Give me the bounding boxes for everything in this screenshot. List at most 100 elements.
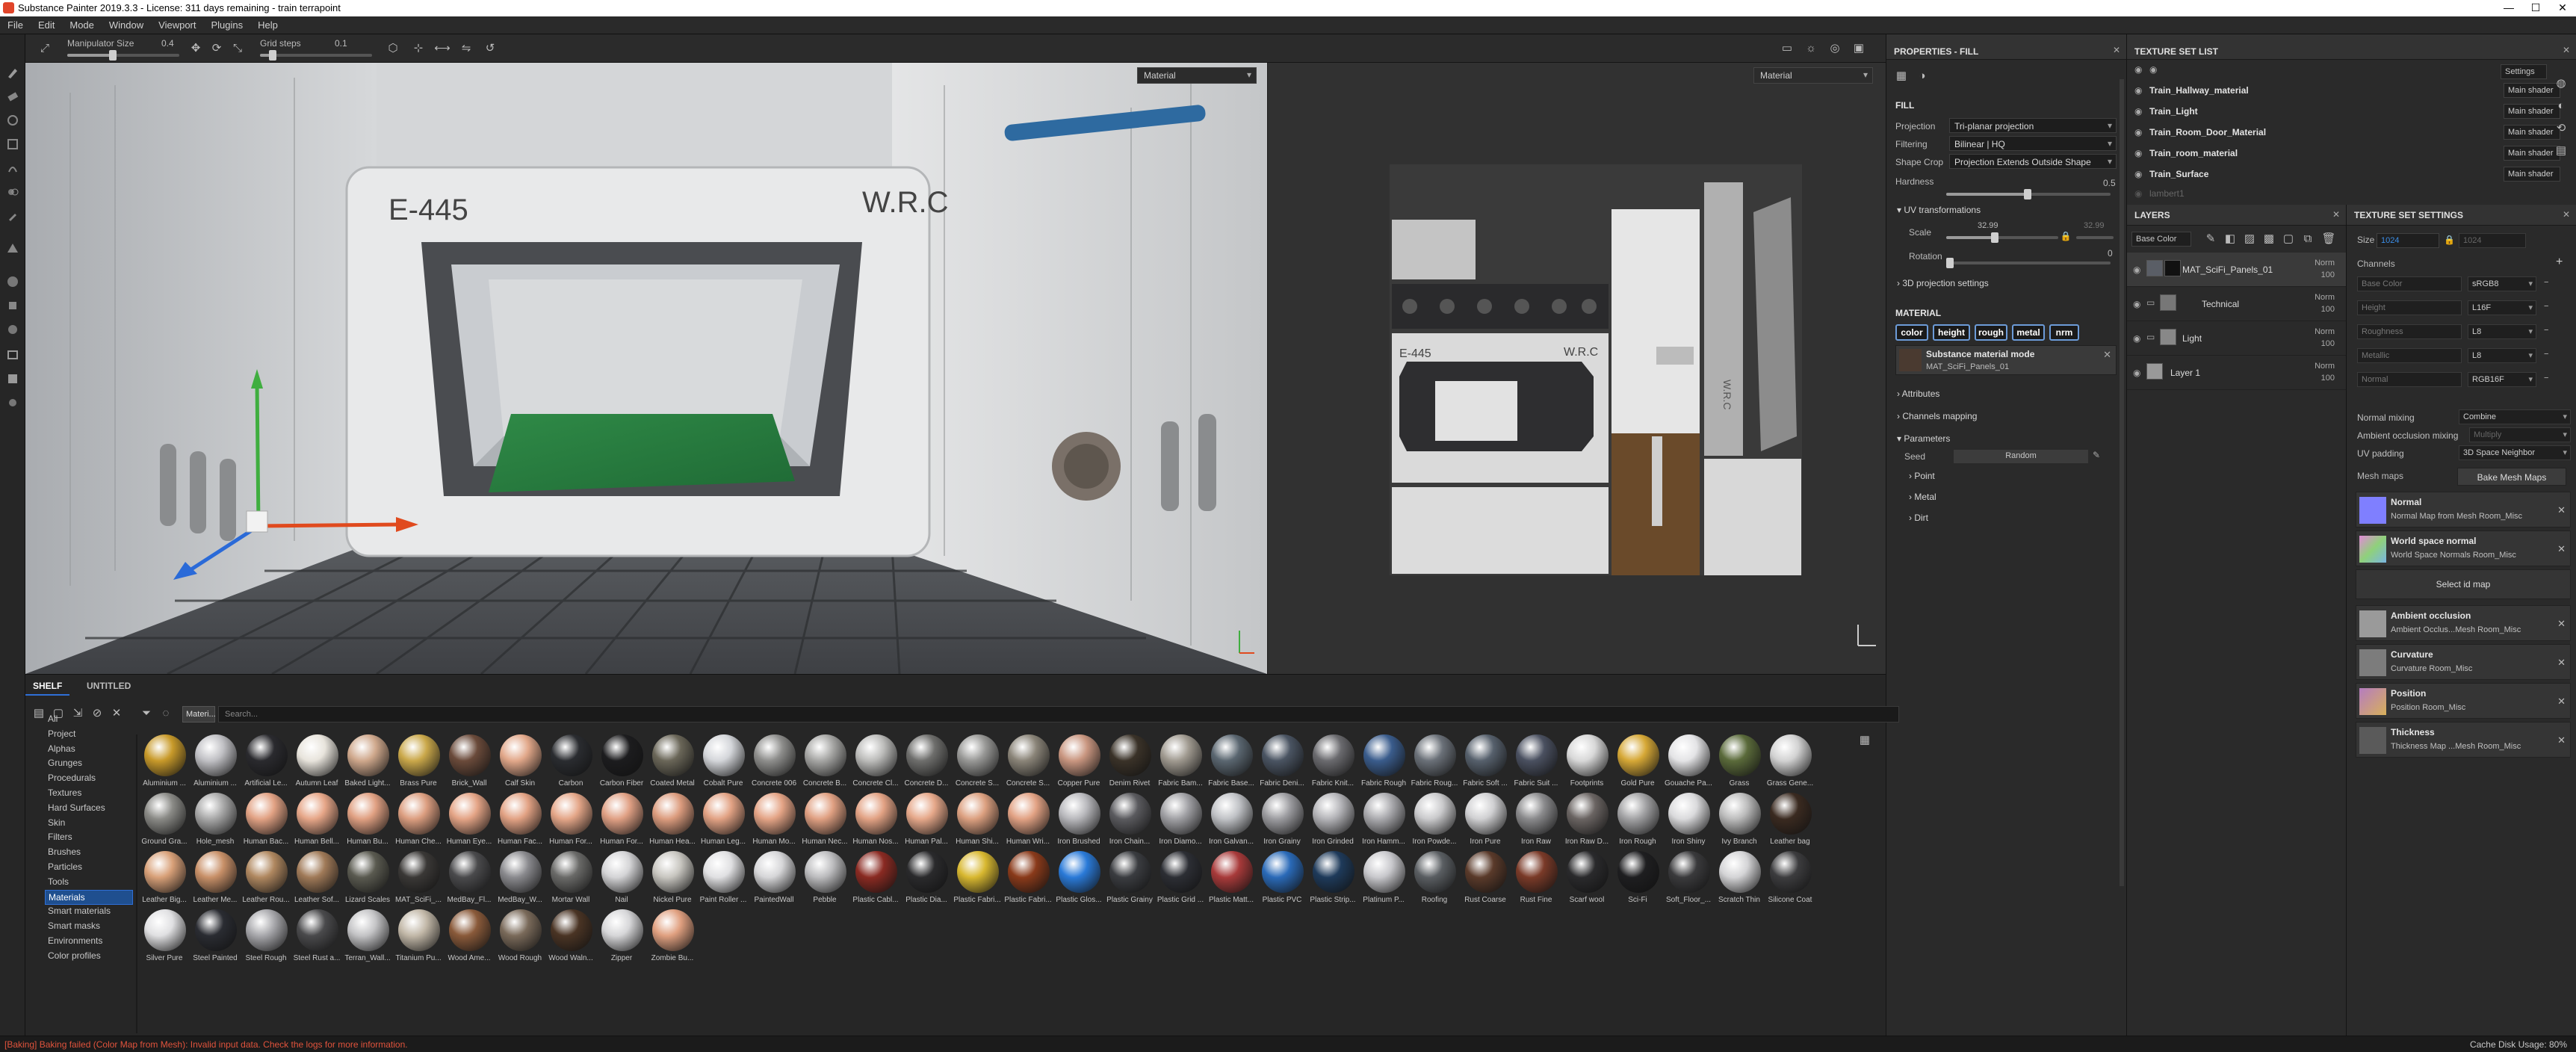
texture-set-settings-dropdown[interactable]: Settings (2501, 64, 2547, 79)
filtering-dropdown[interactable]: Bilinear | HQ (1949, 136, 2117, 151)
material-thumbnail-item[interactable]: Fabric Soft ... (1460, 734, 1511, 794)
shelf-category-project[interactable]: Project (45, 727, 133, 742)
material-thumbnail-item[interactable]: Human Bell... (291, 793, 342, 853)
material-thumbnail-item[interactable]: Human Eye... (444, 793, 495, 853)
material-thumbnail-item[interactable]: Human Shi... (952, 793, 1003, 853)
remove-mesh-map-icon[interactable]: ✕ (2557, 618, 2566, 630)
channel-format-dropdown[interactable]: L8 (2468, 324, 2536, 339)
shelf-category-hard-surfaces[interactable]: Hard Surfaces (45, 801, 133, 816)
eye-icon[interactable]: ◉ (2133, 264, 2140, 275)
rotate-icon[interactable]: ⟳ (208, 40, 226, 58)
eye-icon[interactable]: ◉ (2134, 85, 2142, 96)
seed-edit-icon[interactable]: ✎ (2093, 450, 2100, 460)
chip-metal[interactable]: metal (2012, 324, 2045, 341)
scale-icon[interactable]: ⤡ (229, 40, 247, 58)
material-thumbnail-item[interactable]: Soft_Floor_... (1663, 851, 1714, 911)
material-thumbnail-item[interactable]: Human Hea... (647, 793, 698, 853)
material-thumbnail-item[interactable]: Carbon Fiber (596, 734, 647, 794)
tab-shelf[interactable]: SHELF (25, 676, 70, 696)
chip-height[interactable]: height (1933, 324, 1970, 341)
material-thumbnail-item[interactable]: Fabric Knit... (1307, 734, 1358, 794)
solo-icon[interactable]: ◉ (2149, 64, 2157, 75)
layer-row[interactable]: ◉ MAT_SciFi_Panels_01 Norm 100 (2127, 253, 2347, 287)
material-thumbnail-item[interactable]: Zipper (596, 909, 647, 969)
menu-viewport[interactable]: Viewport (151, 16, 203, 34)
layer-opacity[interactable]: 100 (2321, 305, 2335, 314)
bake-mesh-maps-button[interactable]: Bake Mesh Maps (2457, 468, 2566, 486)
eye-icon[interactable]: ◉ (2134, 106, 2142, 117)
screenshot-icon[interactable]: ▣ (1850, 40, 1868, 58)
material-thumbnail-item[interactable]: Zombie Bu... (647, 909, 698, 969)
geometry-decal-icon[interactable] (4, 136, 21, 152)
shelf-category-tools[interactable]: Tools (45, 875, 133, 890)
material-thumbnail-item[interactable]: Concrete Cl... (850, 734, 901, 794)
material-thumbnail-item[interactable]: Concrete D... (901, 734, 952, 794)
display-icon[interactable]: ◐ (2552, 97, 2570, 115)
eye-icon[interactable]: ◉ (2133, 299, 2140, 309)
shelf-category-filters[interactable]: Filters (45, 830, 133, 845)
grid-view-icon[interactable]: ▦ (1856, 731, 1874, 749)
add-folder-icon[interactable]: ▢ (2279, 230, 2297, 248)
material-thumbnail-item[interactable]: Plastic Matt... (1206, 851, 1257, 911)
search-scope-icon[interactable]: ◌ (157, 705, 175, 723)
share-icon[interactable] (4, 321, 21, 338)
material-thumbnail-item[interactable]: Artificial Le... (241, 734, 291, 794)
log-panel-icon[interactable]: ▤ (2552, 142, 2570, 160)
shelf-category-skin[interactable]: Skin (45, 816, 133, 831)
layer-blend[interactable]: Norm 100 (2315, 360, 2335, 384)
uv-transform-toggle[interactable]: ▾ UV transformations (1897, 205, 1981, 215)
grid-steps-value[interactable]: 0.1 (335, 38, 347, 49)
add-mask-icon[interactable]: ◧ (2221, 230, 2239, 248)
texture-set-row[interactable]: ◉ Train_Room_Door_Material Main shader (2127, 123, 2568, 142)
remove-channel-icon[interactable]: − (2544, 374, 2548, 383)
hardness-slider[interactable] (1946, 189, 2111, 199)
material-thumbnail-item[interactable]: Iron Chain... (1104, 793, 1155, 853)
viewport-layout-icon[interactable]: ▭ (1778, 40, 1796, 58)
texture-set-icon[interactable]: ◍ (2552, 75, 2570, 93)
scale-value-a[interactable]: 32.99 (1978, 221, 1998, 230)
material-picker-icon[interactable] (4, 208, 21, 224)
material-thumbnail-item[interactable]: Ground Gra... (139, 793, 190, 853)
remove-channel-icon[interactable]: − (2544, 278, 2548, 287)
chip-rough[interactable]: rough (1975, 324, 2007, 341)
shelf-category-procedurals[interactable]: Procedurals (45, 771, 133, 786)
material-thumbnail-item[interactable]: Leather Rou... (241, 851, 291, 911)
material-thumbnail-item[interactable]: Iron Powde... (1409, 793, 1460, 853)
material-thumbnail-item[interactable]: Silver Pure (139, 909, 190, 969)
material-thumbnail-item[interactable]: Silicone Coat (1765, 851, 1815, 911)
shelf-category-grunges[interactable]: Grunges (45, 756, 133, 771)
material-thumbnail-item[interactable]: Plastic Cabl... (850, 851, 901, 911)
material-thumbnail-item[interactable]: Scarf wool (1561, 851, 1612, 911)
eye-icon[interactable]: ◉ (2134, 188, 2142, 199)
material-thumbnail-item[interactable]: Mortar Wall (545, 851, 596, 911)
environment-icon[interactable]: ☼ (1802, 40, 1820, 58)
material-thumbnail-item[interactable]: Fabric Rough (1358, 734, 1409, 794)
layer-opacity[interactable]: 100 (2321, 270, 2335, 279)
material-thumbnail-item[interactable]: Plastic Strip... (1307, 851, 1358, 911)
material-thumbnail-item[interactable]: Human Leg... (698, 793, 749, 853)
ao-mixing-dropdown[interactable]: Multiply (2469, 427, 2571, 442)
uv-padding-dropdown[interactable]: 3D Space Neighbor (2459, 445, 2571, 460)
remove-mesh-map-icon[interactable]: ✕ (2557, 504, 2566, 516)
material-thumbnail-item[interactable]: Fabric Deni... (1257, 734, 1307, 794)
snap-icon[interactable]: ⊹ (409, 40, 427, 58)
layer-row[interactable]: ◉ ▭ Light Norm 100 (2127, 321, 2347, 356)
polygon-fill-icon[interactable] (4, 241, 21, 257)
layer-row[interactable]: ◉ ▭ Technical Norm 100 (2127, 287, 2347, 321)
material-thumbnail-item[interactable]: Calf Skin (495, 734, 545, 794)
menu-mode[interactable]: Mode (62, 16, 102, 34)
viewport-2d[interactable]: Material E-445 W.R.C W.R.C (1268, 63, 1886, 674)
channel-name[interactable]: Metallic (2357, 348, 2462, 363)
material-thumbnail-item[interactable]: Fabric Bam... (1155, 734, 1206, 794)
shelf-category-alphas[interactable]: Alphas (45, 742, 133, 757)
remove-mesh-map-icon[interactable]: ✕ (2557, 657, 2566, 669)
material-thumbnail-item[interactable]: Plastic Fabri... (952, 851, 1003, 911)
fill-mode-icon[interactable]: ▦ (1892, 67, 1910, 85)
material-thumbnail-item[interactable]: Iron Hamm... (1358, 793, 1409, 853)
material-thumbnail-item[interactable]: Steel Rust a... (291, 909, 342, 969)
material-thumbnail-item[interactable]: Plastic Grainy (1104, 851, 1155, 911)
grid-steps-slider[interactable] (260, 50, 372, 61)
substance-material-slot[interactable]: Substance material mode MAT_SciFi_Panels… (1895, 345, 2117, 375)
remove-mesh-map-icon[interactable]: ✕ (2557, 734, 2566, 746)
remove-mesh-map-icon[interactable]: ✕ (2557, 696, 2566, 708)
